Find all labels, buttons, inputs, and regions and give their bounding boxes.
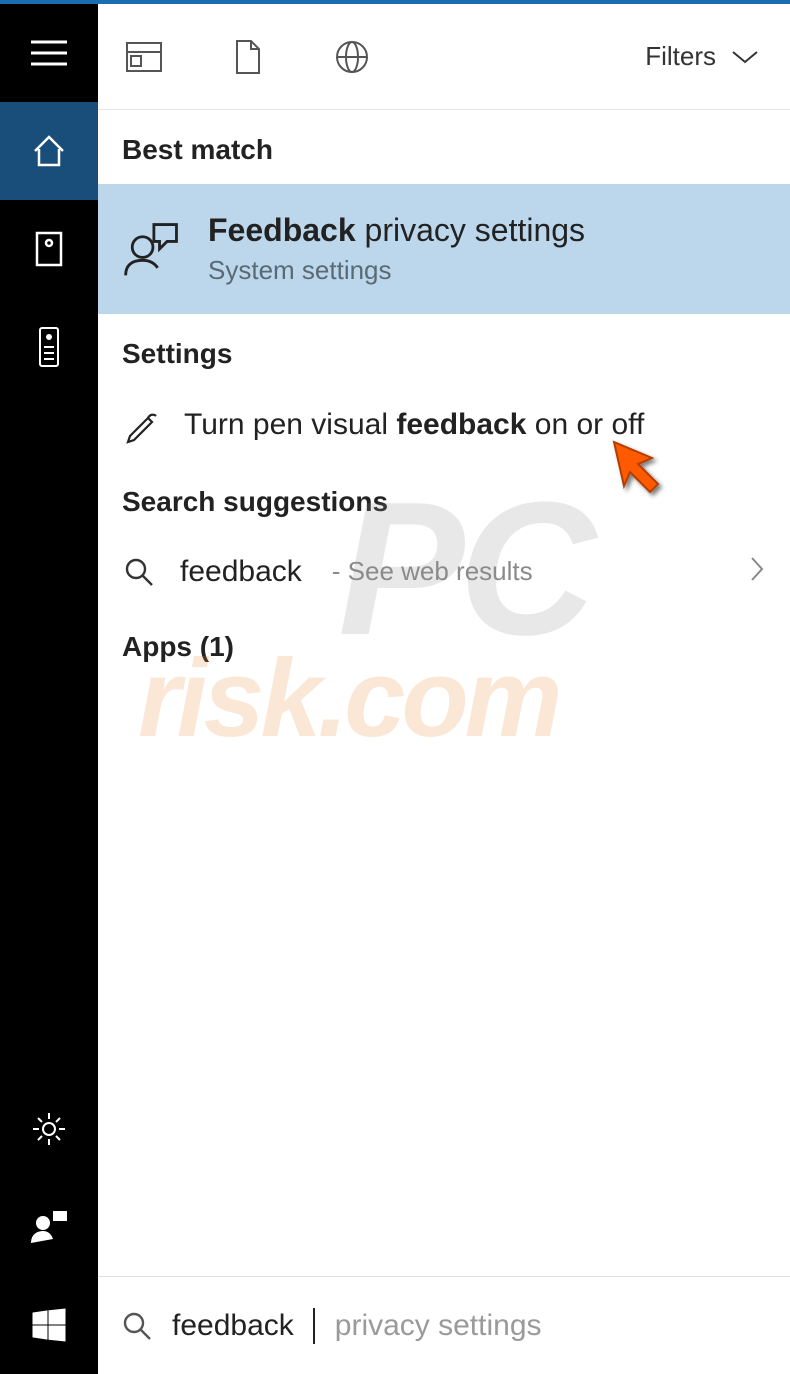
news-icon (124, 40, 164, 74)
person-feedback-icon (29, 1209, 69, 1245)
filter-apps-button[interactable] (122, 35, 166, 79)
chevron-down-icon (730, 48, 760, 66)
filters-label: Filters (645, 41, 716, 72)
suggestion-hint: - See web results (332, 556, 533, 587)
filter-documents-button[interactable] (226, 35, 270, 79)
document-icon (233, 38, 263, 76)
section-label-apps: Apps (1) (98, 607, 790, 681)
section-label-search-suggestions: Search suggestions (98, 462, 790, 536)
suggestion-query: feedback (180, 555, 302, 589)
section-label-settings: Settings (98, 314, 790, 388)
settings-result-title: Turn pen visual feedback on or off (184, 408, 644, 442)
person-speech-icon (120, 217, 184, 281)
sidebar-item-home[interactable] (0, 102, 98, 200)
search-input-ghost: privacy settings (335, 1309, 542, 1343)
globe-icon (333, 38, 371, 76)
gear-icon (29, 1109, 69, 1149)
search-results-panel: Filters Best match Feedback privacy sett… (98, 4, 790, 1276)
search-input-typed: feedback (172, 1309, 294, 1343)
cortana-sidebar (0, 4, 98, 1374)
notebook-icon (31, 229, 67, 269)
pen-icon (122, 406, 160, 444)
remote-icon (37, 325, 61, 369)
hamburger-menu-button[interactable] (0, 4, 98, 102)
best-match-title: Feedback privacy settings (208, 212, 585, 249)
sidebar-item-feedback[interactable] (0, 1178, 98, 1276)
search-suggestion-item[interactable]: feedback - See web results (98, 536, 790, 607)
cortana-search-bar[interactable]: feedback privacy settings (98, 1276, 790, 1374)
windows-logo-icon (29, 1305, 69, 1345)
results-top-bar: Filters (98, 4, 790, 110)
best-match-subtitle: System settings (208, 255, 585, 286)
sidebar-item-devices[interactable] (0, 298, 98, 396)
sidebar-item-notebook[interactable] (0, 200, 98, 298)
start-button[interactable] (0, 1276, 98, 1374)
search-icon (120, 1309, 154, 1343)
search-icon (122, 555, 156, 589)
filters-dropdown[interactable]: Filters (645, 41, 766, 72)
home-icon (29, 131, 69, 171)
sidebar-item-settings[interactable] (0, 1080, 98, 1178)
hamburger-icon (29, 38, 69, 68)
section-label-best-match: Best match (98, 110, 790, 184)
text-caret (313, 1308, 315, 1344)
chevron-right-icon (748, 554, 766, 589)
settings-result-pen-feedback[interactable]: Turn pen visual feedback on or off (98, 388, 790, 462)
filter-web-button[interactable] (330, 35, 374, 79)
best-match-result[interactable]: Feedback privacy settings System setting… (98, 184, 790, 314)
